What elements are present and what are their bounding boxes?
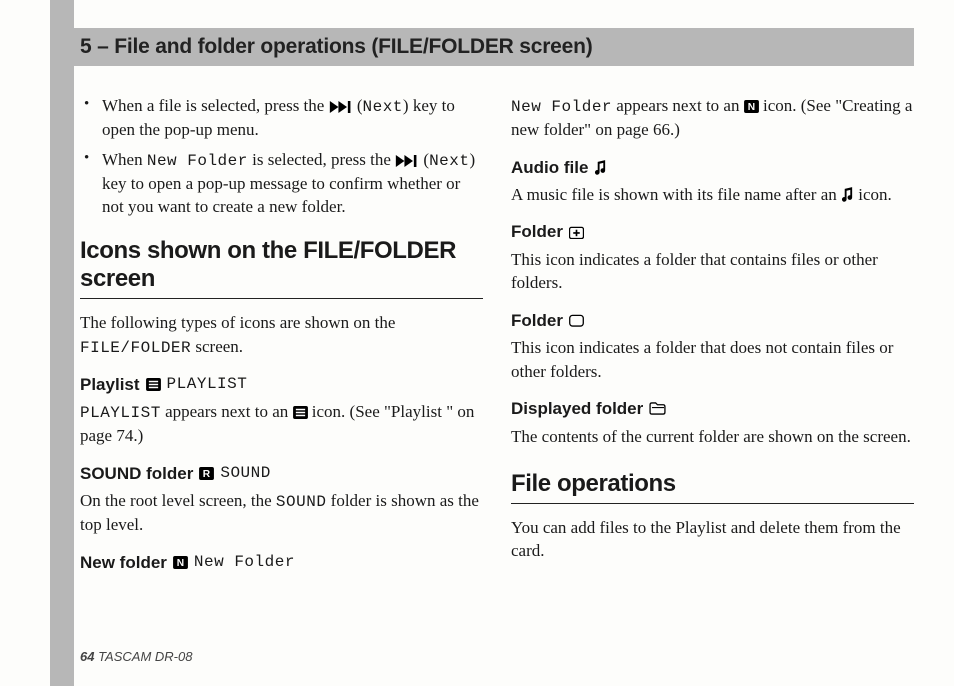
text: appears next to an bbox=[161, 402, 293, 421]
subhead-folder-plus: Folder bbox=[511, 220, 914, 243]
text: When a file is selected, press the bbox=[102, 96, 329, 115]
list-item: When New Folder is selected, press the (… bbox=[80, 148, 483, 219]
paragraph: PLAYLIST appears next to an icon. (See "… bbox=[80, 400, 483, 448]
subhead-folder-empty: Folder bbox=[511, 309, 914, 332]
list-icon bbox=[146, 378, 161, 391]
file-folder-label: FILE/FOLDER bbox=[80, 339, 191, 357]
label: Folder bbox=[511, 309, 563, 332]
paragraph: This icon indicates a folder that does n… bbox=[511, 336, 914, 383]
subhead-new-folder: New folder New Folder bbox=[80, 551, 483, 574]
paragraph: You can add files to the Playlist and de… bbox=[511, 516, 914, 563]
paragraph: On the root level screen, the SOUND fold… bbox=[80, 489, 483, 537]
subhead-playlist: Playlist PLAYLIST bbox=[80, 373, 483, 396]
label: Playlist bbox=[80, 373, 140, 396]
product-name: TASCAM DR-08 bbox=[94, 649, 192, 664]
paragraph: The following types of icons are shown o… bbox=[80, 311, 483, 359]
n-icon bbox=[173, 556, 188, 569]
next-icon bbox=[395, 155, 419, 167]
music-note-icon bbox=[841, 187, 854, 202]
bullet-list: When a file is selected, press the (Next… bbox=[80, 94, 483, 219]
playlist-mono: PLAYLIST bbox=[80, 404, 161, 422]
r-icon bbox=[199, 467, 214, 480]
subhead-displayed-folder: Displayed folder bbox=[511, 397, 914, 420]
folder-empty-icon bbox=[569, 314, 584, 327]
paragraph: New Folder appears next to an icon. (See… bbox=[511, 94, 914, 142]
text: appears next to an bbox=[612, 96, 744, 115]
text: The following types of icons are shown o… bbox=[80, 313, 395, 332]
column-right: New Folder appears next to an icon. (See… bbox=[511, 94, 914, 654]
paragraph: The contents of the current folder are s… bbox=[511, 425, 914, 448]
chapter-header: 5 – File and folder operations (FILE/FOL… bbox=[74, 28, 914, 66]
text: On the root level screen, the bbox=[80, 491, 276, 510]
manual-page: 5 – File and folder operations (FILE/FOL… bbox=[0, 0, 954, 686]
paragraph: This icon indicates a folder that contai… bbox=[511, 248, 914, 295]
new-folder-label: New Folder bbox=[147, 152, 248, 170]
label: Displayed folder bbox=[511, 397, 643, 420]
page-footer: 64 TASCAM DR-08 bbox=[80, 649, 192, 664]
folder-open-icon bbox=[649, 402, 666, 415]
subhead-sound: SOUND folder SOUND bbox=[80, 462, 483, 485]
playlist-mono: PLAYLIST bbox=[167, 373, 248, 395]
text: icon. bbox=[854, 185, 892, 204]
next-icon bbox=[329, 101, 353, 113]
label: Audio file bbox=[511, 156, 588, 179]
text: screen. bbox=[191, 337, 243, 356]
sound-mono: SOUND bbox=[220, 462, 271, 484]
side-tab bbox=[50, 0, 74, 686]
text: A music file is shown with its file name… bbox=[511, 185, 841, 204]
next-label: Next bbox=[363, 98, 403, 116]
section-heading-ops: File operations bbox=[511, 470, 914, 504]
label: SOUND folder bbox=[80, 462, 193, 485]
column-left: When a file is selected, press the (Next… bbox=[80, 94, 483, 654]
music-note-icon bbox=[594, 160, 607, 175]
text: When bbox=[102, 150, 147, 169]
list-item: When a file is selected, press the (Next… bbox=[80, 94, 483, 142]
next-label: Next bbox=[429, 152, 469, 170]
label: Folder bbox=[511, 220, 563, 243]
page-number: 64 bbox=[80, 649, 94, 664]
subhead-audio: Audio file bbox=[511, 156, 914, 179]
new-folder-mono: New Folder bbox=[194, 551, 295, 573]
paragraph: A music file is shown with its file name… bbox=[511, 183, 914, 206]
folder-plus-icon bbox=[569, 226, 584, 239]
section-heading-icons: Icons shown on the FILE/FOLDER screen bbox=[80, 237, 483, 300]
chapter-title: 5 – File and folder operations (FILE/FOL… bbox=[80, 35, 593, 59]
label: New folder bbox=[80, 551, 167, 574]
content: When a file is selected, press the (Next… bbox=[80, 94, 914, 654]
sound-mono: SOUND bbox=[276, 493, 327, 511]
list-icon bbox=[293, 406, 308, 419]
text: is selected, press the bbox=[248, 150, 395, 169]
new-folder-mono: New Folder bbox=[511, 98, 612, 116]
n-icon bbox=[744, 100, 759, 113]
